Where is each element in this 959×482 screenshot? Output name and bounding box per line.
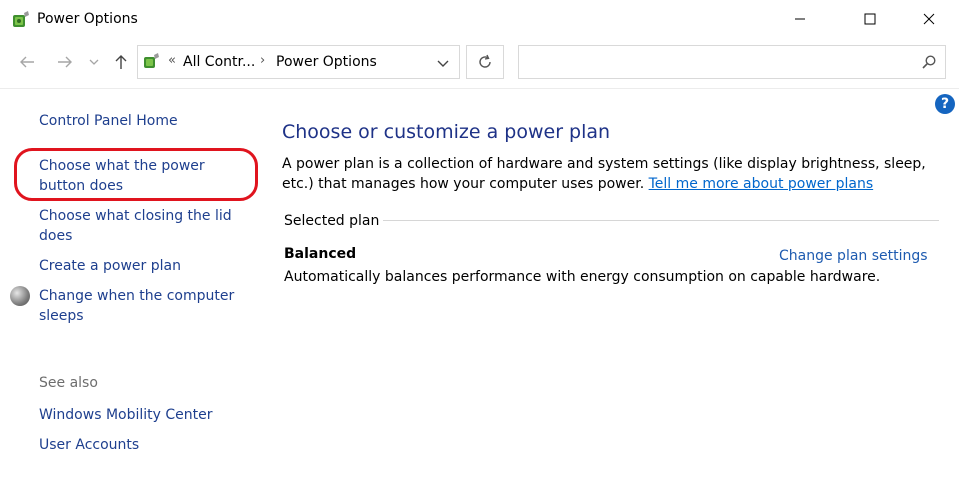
forward-button[interactable] xyxy=(54,51,76,73)
page-title: Choose or customize a power plan xyxy=(282,121,611,143)
see-also-heading: See also xyxy=(39,375,98,391)
breadcrumb-separator[interactable]: › xyxy=(260,53,265,68)
change-plan-settings-link[interactable]: Change plan settings xyxy=(779,246,928,266)
minimize-button[interactable] xyxy=(777,0,823,38)
breadcrumb-all-control-panel[interactable]: All Contr... xyxy=(183,54,255,70)
breadcrumb-power-options[interactable]: Power Options xyxy=(276,54,377,70)
overflow-marker: « xyxy=(168,53,176,68)
windows-mobility-center-link[interactable]: Windows Mobility Center xyxy=(39,405,254,425)
sleep-moon-icon xyxy=(10,286,30,306)
plan-description: Automatically balances performance with … xyxy=(284,269,881,285)
back-arrow-icon xyxy=(20,56,34,68)
computer-sleeps-link[interactable]: Change when the computer sleeps xyxy=(39,286,254,326)
up-arrow-icon xyxy=(115,55,127,69)
search-box[interactable] xyxy=(518,45,946,79)
help-icon[interactable]: ? xyxy=(935,94,955,114)
selected-plan-divider xyxy=(383,220,939,221)
search-icon[interactable] xyxy=(921,54,937,70)
recent-locations-button[interactable] xyxy=(85,51,103,73)
navigation-bar: « All Contr... › Power Options xyxy=(0,38,959,88)
page-description: A power plan is a collection of hardware… xyxy=(282,154,952,194)
up-button[interactable] xyxy=(110,51,132,73)
search-input[interactable] xyxy=(525,52,909,74)
power-options-icon xyxy=(13,11,29,27)
refresh-icon xyxy=(479,54,491,68)
maximize-button[interactable] xyxy=(847,0,893,38)
address-bar[interactable]: « All Contr... › Power Options xyxy=(137,45,460,79)
minimize-icon xyxy=(795,18,805,20)
red-highlight-annotation xyxy=(14,148,258,201)
selected-plan-label: Selected plan xyxy=(284,213,380,229)
user-accounts-link[interactable]: User Accounts xyxy=(39,435,254,455)
power-options-icon xyxy=(144,53,159,68)
back-button[interactable] xyxy=(16,51,38,73)
create-power-plan-link[interactable]: Create a power plan xyxy=(39,256,254,276)
plan-name: Balanced xyxy=(284,246,357,262)
forward-arrow-icon xyxy=(58,56,72,68)
chevron-down-icon xyxy=(89,59,99,65)
learn-more-link[interactable]: Tell me more about power plans xyxy=(649,176,874,192)
window-title: Power Options xyxy=(37,11,138,27)
close-button[interactable] xyxy=(906,0,952,38)
close-icon xyxy=(923,13,935,25)
maximize-icon xyxy=(864,13,876,25)
address-dropdown-icon[interactable] xyxy=(434,54,452,72)
closing-lid-task-link[interactable]: Choose what closing the lid does xyxy=(39,206,254,246)
refresh-button[interactable] xyxy=(466,45,504,79)
control-panel-home-link[interactable]: Control Panel Home xyxy=(39,111,254,131)
title-bar: Power Options xyxy=(0,0,959,38)
